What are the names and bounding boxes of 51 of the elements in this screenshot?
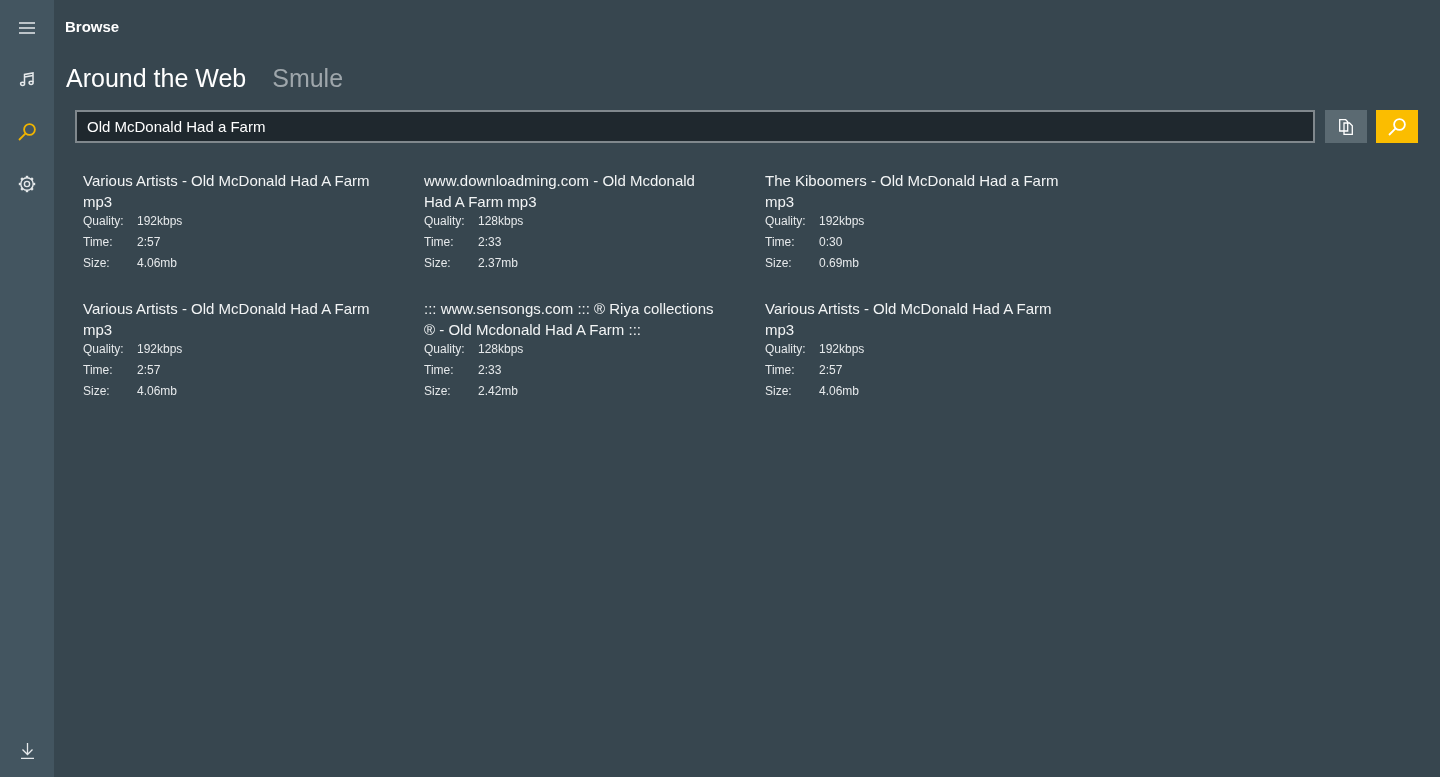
tab[interactable]: Smule (272, 60, 344, 96)
song-title: Various Artists - Old McDonald Had A Farm mp3 (83, 171, 371, 212)
copy-button[interactable] (1325, 110, 1367, 143)
download-icon (20, 743, 34, 759)
detail-label: Size: (424, 383, 452, 398)
detail-label: Time: (765, 362, 796, 377)
menu-icon (19, 22, 35, 34)
detail-value: 2.37mb (478, 255, 519, 270)
detail-value: 4.06mb (819, 383, 860, 398)
detail-label: Size: (83, 255, 111, 270)
detail-value: 192kbps (819, 341, 865, 356)
search-field[interactable]: Old McDonald Had a Farm (75, 110, 1315, 143)
detail-value: 2:57 (137, 234, 161, 249)
page-title: Browse (65, 17, 120, 35)
detail-label: Quality: (424, 213, 466, 228)
detail-value: 128kbps (478, 213, 524, 228)
detail-value: 0:30 (819, 234, 843, 249)
detail-value: 2.42mb (478, 383, 519, 398)
detail-value: 0.69mb (819, 255, 860, 270)
detail-value: 2:57 (819, 362, 843, 377)
search-icon (1388, 117, 1406, 136)
song-title: www.downloadming.com - Old Mcdonald Had A Farm mp3 (424, 171, 696, 212)
detail-value: 2:33 (478, 234, 502, 249)
detail-value: 4.06mb (137, 383, 178, 398)
detail-label: Size: (765, 383, 793, 398)
detail-label: Quality: (765, 213, 807, 228)
detail-label: Quality: (765, 341, 807, 356)
detail-label: Size: (83, 383, 111, 398)
detail-label: Quality: (83, 341, 125, 356)
detail-value: 2:33 (478, 362, 502, 377)
detail-value: 192kbps (819, 213, 865, 228)
song-title: The Kiboomers - Old McDonald Had a Farm mp3 (765, 171, 1060, 212)
detail-label: Size: (765, 255, 793, 270)
detail-label: Quality: (424, 341, 466, 356)
song-title: Various Artists - Old McDonald Had A Farm mp3 (765, 299, 1053, 340)
song-title: ::: www.sensongs.com ::: ® Riya collections ® - Old Mcdonald Had A Farm ::: (424, 299, 715, 340)
detail-value: 192kbps (137, 341, 183, 356)
detail-label: Time: (424, 362, 455, 377)
detail-label: Time: (83, 234, 114, 249)
detail-value: 4.06mb (137, 255, 178, 270)
detail-label: Time: (83, 362, 114, 377)
detail-value: 2:57 (137, 362, 161, 377)
detail-label: Quality: (83, 213, 125, 228)
song-title: Various Artists - Old McDonald Had A Farm mp3 (83, 299, 371, 340)
detail-label: Time: (765, 234, 796, 249)
copy-icon (1339, 118, 1353, 135)
detail-value: 192kbps (137, 213, 183, 228)
tab[interactable]: Around the Web (66, 60, 247, 96)
detail-label: Size: (424, 255, 452, 270)
detail-value: 128kbps (478, 341, 524, 356)
detail-label: Time: (424, 234, 455, 249)
